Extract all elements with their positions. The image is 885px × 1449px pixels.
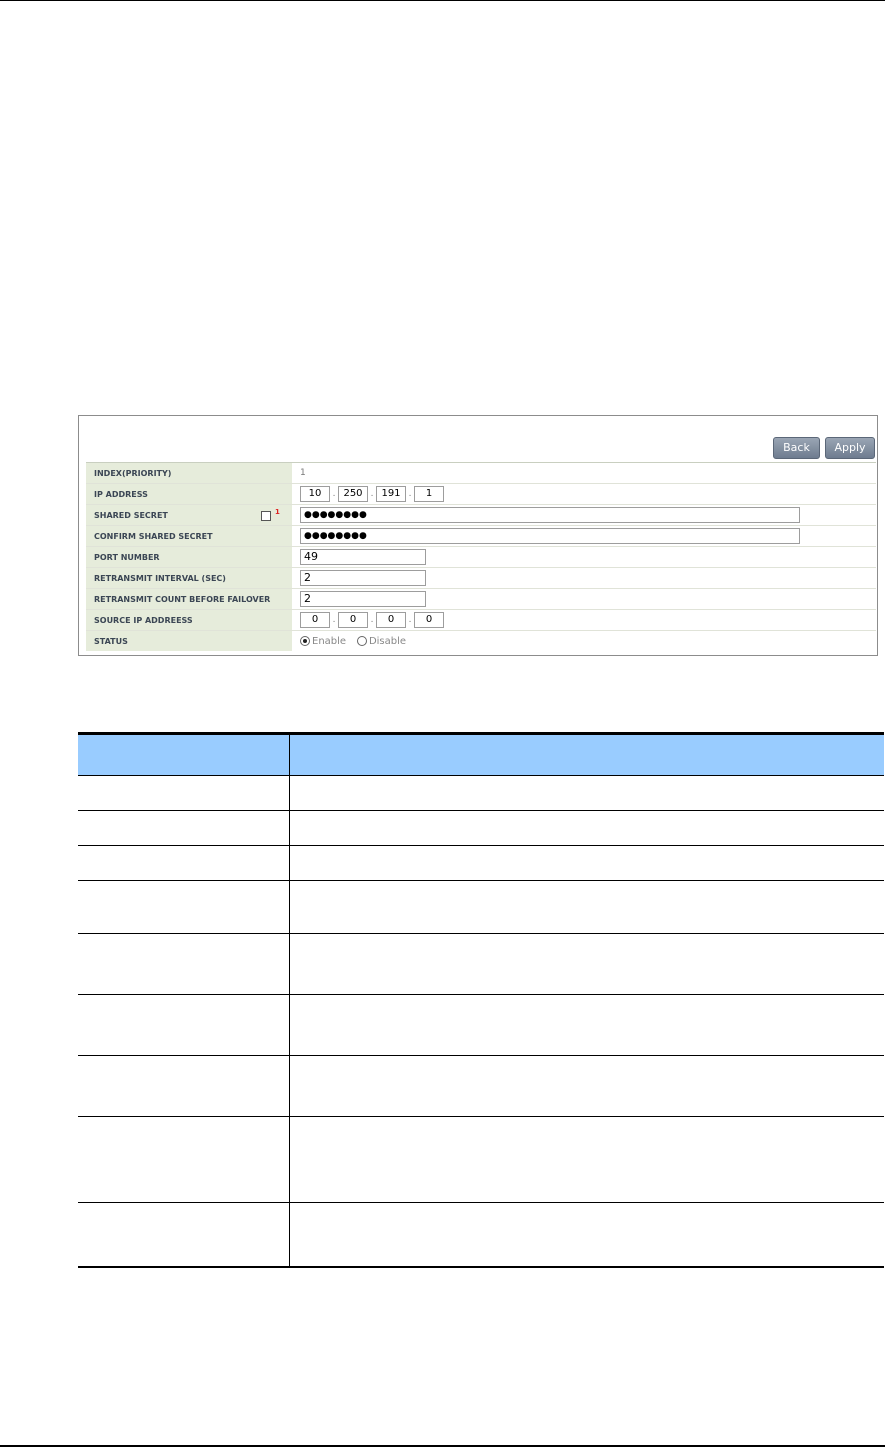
source-ip-field: 0.0.0.0 [292,609,876,631]
retransmit-count-input[interactable]: 2 [300,591,426,607]
table-row [78,1055,884,1117]
header-rule [0,0,885,1]
description-header-desc [289,732,884,776]
description-header-row [78,732,884,776]
ip-address-label: IP ADDRESS [86,483,292,505]
source-ip-octet-3-input[interactable]: 0 [376,612,406,628]
shared-secret-cell: ●●●●●●●● [292,504,876,526]
ip-octet-3-input[interactable]: 191 [376,486,406,502]
status-disable-label: Disable [368,635,407,647]
status-enable-label: Enable [312,635,347,647]
confirm-shared-secret-input[interactable]: ●●●●●●●● [300,528,800,544]
retransmit-count-cell: 2 [292,588,876,610]
status-label: STATUS [86,630,292,651]
form-row-ip-address: IP ADDRESS 10. 250. 191. 1 [86,483,876,505]
port-number-input[interactable]: 49 [300,549,426,565]
form-row-source-ip: SOURCE IP ADDREESS 0.0.0.0 [86,609,876,631]
back-button[interactable]: Back [773,437,820,459]
index-value: 1 [292,462,876,484]
source-ip-octet-1-input[interactable]: 0 [300,612,330,628]
table-row [78,994,884,1056]
retransmit-interval-input[interactable]: 2 [300,570,426,586]
description-table [78,732,884,1268]
form-row-status: STATUS Enable Disable [86,630,876,651]
ip-octet-4-input[interactable]: 1 [414,486,444,502]
table-row [78,810,884,846]
table-row [78,1116,884,1203]
server-form: INDEX(PRIORITY) 1 IP ADDRESS 10. 250. 191.… [86,462,876,651]
table-row [78,880,884,934]
shared-secret-input[interactable]: ●●●●●●●● [300,507,800,523]
ip-address-field: 10. 250. 191. 1 [292,483,876,505]
form-row-retransmit-count: RETRANSMIT COUNT BEFORE FAILOVER 2 [86,588,876,610]
form-row-shared-secret: SHARED SECRET 1 ●●●●●●●● [86,504,876,526]
form-row-port-number: PORT NUMBER 49 [86,546,876,568]
confirm-shared-secret-label: CONFIRM SHARED SECRET [86,525,292,547]
retransmit-interval-cell: 2 [292,567,876,589]
status-disable-radio[interactable] [356,636,367,646]
show-secret-checkbox[interactable] [261,511,271,521]
form-row-retransmit-interval: RETRANSMIT INTERVAL (SEC) 2 [86,567,876,589]
apply-button[interactable]: Apply [825,437,875,459]
status-enable-radio[interactable] [300,636,310,646]
shared-secret-label-cell: SHARED SECRET 1 [86,504,292,526]
footer-rule [0,1445,885,1447]
table-row [78,775,884,811]
retransmit-interval-label: RETRANSMIT INTERVAL (SEC) [86,567,292,589]
source-ip-label: SOURCE IP ADDREESS [86,609,292,631]
description-header-item [78,732,290,776]
index-label: INDEX(PRIORITY) [86,462,292,484]
retransmit-count-label: RETRANSMIT COUNT BEFORE FAILOVER [86,588,292,610]
source-ip-octet-4-input[interactable]: 0 [414,612,444,628]
confirm-shared-secret-cell: ●●●●●●●● [292,525,876,547]
table-row [78,845,884,881]
tacacs-server-panel: Back Apply INDEX(PRIORITY) 1 IP ADDRESS … [78,415,878,656]
shared-secret-label: SHARED SECRET [94,510,168,520]
ip-octet-1-input[interactable]: 10 [300,486,330,502]
form-row-confirm-shared-secret: CONFIRM SHARED SECRET ●●●●●●●● [86,525,876,547]
footnote-marker: 1 [275,508,280,516]
form-row-index: INDEX(PRIORITY) 1 [86,462,876,484]
ip-octet-2-input[interactable]: 250 [338,486,368,502]
port-number-label: PORT NUMBER [86,546,292,568]
table-row [78,933,884,995]
status-cell: Enable Disable [292,630,876,651]
table-row [78,1202,884,1268]
source-ip-octet-2-input[interactable]: 0 [338,612,368,628]
port-number-cell: 49 [292,546,876,568]
